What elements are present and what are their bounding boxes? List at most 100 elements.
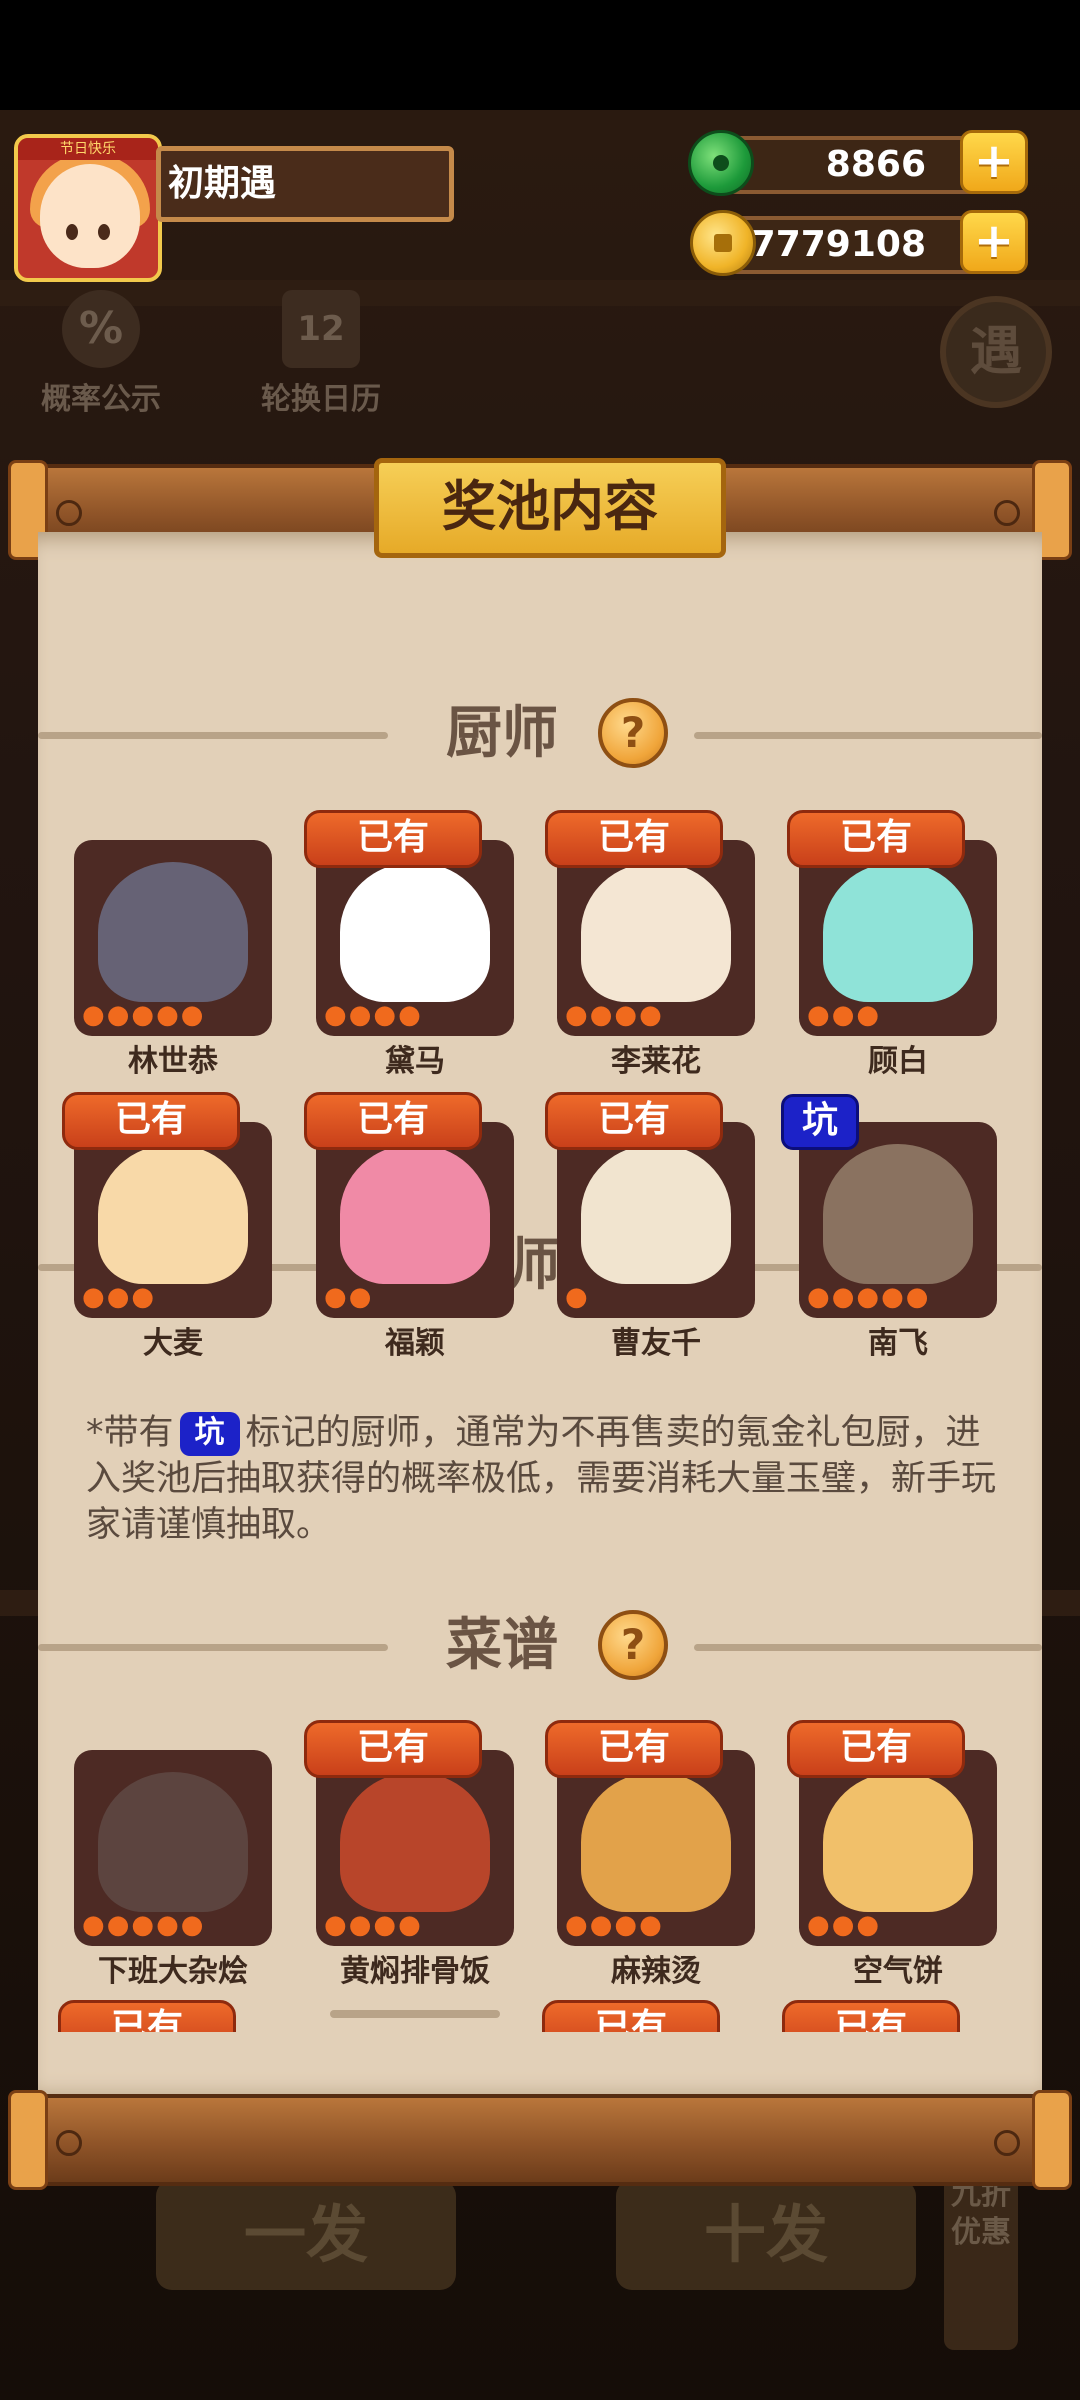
probability-notice-button: % 概率公示 <box>26 290 176 420</box>
chef-portrait <box>823 1144 973 1284</box>
rarity-flames: ● <box>565 1282 747 1314</box>
chef-portrait <box>581 862 731 1002</box>
avatar-banner: 节日快乐 <box>18 138 158 160</box>
flame-icon: ● <box>156 1000 179 1030</box>
flame-icon: ● <box>856 1282 879 1312</box>
recipe-card[interactable]: ● ● ● ● ● <box>74 1750 272 1946</box>
recipe-card[interactable]: ● ● ● <box>799 1750 997 1946</box>
single-draw-button: 一发 <box>156 2180 456 2290</box>
flame-icon: ● <box>131 1910 154 1940</box>
scroll-bottom-rod <box>16 2094 1060 2186</box>
flame-icon: ● <box>348 1910 372 1940</box>
recipe-portrait <box>340 1772 490 1912</box>
flame-icon: ● <box>639 1000 662 1030</box>
recipe-portrait <box>823 1772 973 1912</box>
flame-icon: ● <box>565 1000 588 1030</box>
recipe-section-label: 菜谱 <box>446 1613 558 1678</box>
flame-icon: ● <box>589 1000 613 1030</box>
probability-notice-label: 概率公示 <box>41 382 161 417</box>
rarity-flames: ● ● ● <box>807 1910 989 1942</box>
rarity-flames: ● ● ● <box>82 1282 264 1314</box>
flame-icon: ● <box>324 1000 347 1030</box>
flame-icon: ● <box>156 1910 179 1940</box>
player-avatar[interactable]: 节日快乐 <box>14 134 162 282</box>
owned-badge: 已有 <box>787 1720 965 1778</box>
chef-name: 黛马 <box>385 1044 445 1079</box>
recipe-portrait <box>98 1772 248 1912</box>
recipe-portrait <box>581 1772 731 1912</box>
chef-portrait <box>340 1144 490 1284</box>
chef-name: 大麦 <box>143 1326 203 1361</box>
flame-icon: ● <box>348 1000 372 1030</box>
recipe-help-icon[interactable]: ? <box>598 1610 668 1680</box>
flame-icon: ● <box>856 1910 879 1940</box>
flame-icon: ● <box>82 1910 105 1940</box>
pool-content-title: 奖池内容 <box>374 458 726 558</box>
add-coins-button[interactable]: + <box>960 210 1028 274</box>
owned-badge: 已有 <box>782 2000 960 2032</box>
flame-icon: ● <box>589 1910 613 1940</box>
flame-icon: ● <box>373 1000 396 1030</box>
flame-icon: ● <box>180 1910 204 1940</box>
owned-badge: 已有 <box>304 1092 482 1150</box>
rarity-flames: ● ● ● ● <box>324 1910 506 1942</box>
ten-draw-button: 十发 <box>616 2180 916 2290</box>
chef-name: 林世恭 <box>128 1044 218 1079</box>
recipe-name: 麻辣烫 <box>611 1954 701 1989</box>
flame-icon: ● <box>565 1910 588 1940</box>
chef-portrait <box>823 862 973 1002</box>
flame-icon: ● <box>831 1282 855 1312</box>
flame-icon: ● <box>831 1000 855 1030</box>
owned-badge: 已有 <box>545 810 723 868</box>
chef-card[interactable]: ● ● ● ● ● <box>799 1122 997 1318</box>
calendar-icon: 12 <box>282 290 360 368</box>
flame-icon: ● <box>807 1000 830 1030</box>
chef-card[interactable]: ● ● ● <box>74 1122 272 1318</box>
rarity-flames: ● ● ● <box>807 1000 989 1032</box>
rarity-flames: ● ● <box>324 1282 506 1314</box>
chef-portrait <box>98 1144 248 1284</box>
discount-badge: 九折优惠 <box>944 2160 1018 2350</box>
flame-icon: ● <box>82 1000 105 1030</box>
chef-name: 福颖 <box>385 1326 445 1361</box>
add-jade-button[interactable]: + <box>960 130 1028 194</box>
flame-icon: ● <box>373 1910 396 1940</box>
chef-card[interactable]: ● ● ● ● <box>557 840 755 1036</box>
rarity-flames: ● ● ● ● <box>565 1910 747 1942</box>
rotation-calendar-button: 12 轮换日历 <box>246 290 396 420</box>
chef-card[interactable]: ● ● <box>316 1122 514 1318</box>
flame-icon: ● <box>881 1282 904 1312</box>
rotation-calendar-label: 轮换日历 <box>261 382 381 417</box>
recipe-name: 空气饼 <box>853 1954 943 1989</box>
chef-card[interactable]: ● ● ● <box>799 840 997 1036</box>
chef-card[interactable]: ● <box>557 1122 755 1318</box>
pit-badge-inline: 坑 <box>179 1412 240 1456</box>
flame-icon: ● <box>831 1910 855 1940</box>
recipe-name: 下班大杂烩 <box>98 1954 248 1989</box>
chef-name: 曹友千 <box>611 1326 701 1361</box>
owned-badge: 已有 <box>542 2000 720 2032</box>
owned-badge: 已有 <box>545 1720 723 1778</box>
meet-icon: 遇 <box>940 296 1052 408</box>
recipe-card[interactable]: ● ● ● ● <box>316 1750 514 1946</box>
percent-icon: % <box>62 290 140 368</box>
recipe-section-title-bar: 菜谱 ? <box>38 1606 1042 1686</box>
flame-icon: ● <box>856 1000 879 1030</box>
chef-portrait <box>340 862 490 1002</box>
recipe-card[interactable]: ● ● ● ● <box>557 1750 755 1946</box>
recipe-name: 黄焖排骨饭 <box>340 1954 490 1989</box>
chef-name: 李莱花 <box>611 1044 701 1079</box>
chef-card[interactable]: ● ● ● ● <box>316 840 514 1036</box>
chef-section-title-bar: 厨师 ? <box>38 694 1042 774</box>
flame-icon: ● <box>614 1910 637 1940</box>
chef-help-icon[interactable]: ? <box>598 698 668 768</box>
coin-amount: 7779108 <box>750 224 926 265</box>
flame-icon: ● <box>131 1282 154 1312</box>
owned-badge: 已有 <box>304 810 482 868</box>
chef-card[interactable]: ● ● ● ● ● <box>74 840 272 1036</box>
jade-amount: 8866 <box>825 144 926 185</box>
owned-badge: 已有 <box>62 1092 240 1150</box>
status-bar-area <box>0 0 1080 110</box>
flame-icon: ● <box>180 1000 204 1030</box>
flame-icon: ● <box>807 1910 830 1940</box>
